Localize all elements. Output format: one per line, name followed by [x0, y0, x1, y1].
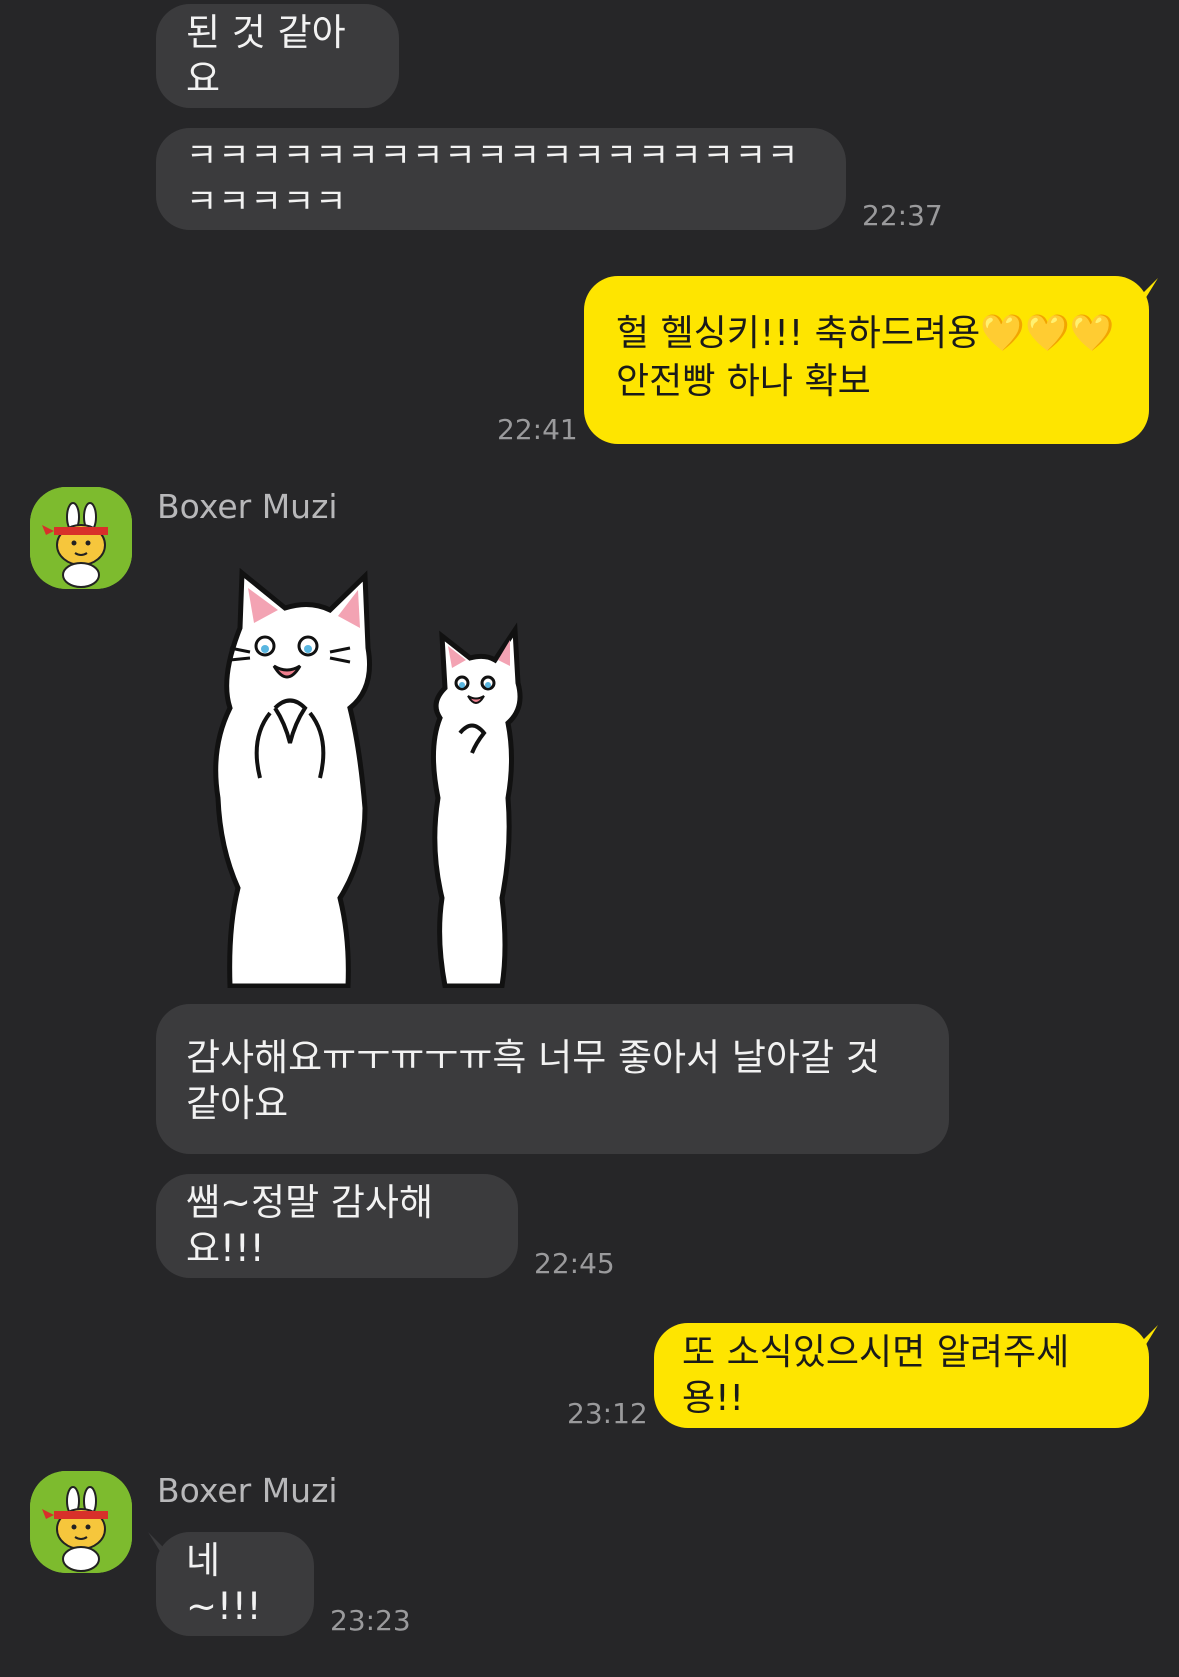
bubble-tail: [1132, 1325, 1158, 1351]
sender-name: Boxer Muzi: [157, 1471, 338, 1510]
message-bubble-sent[interactable]: 헐 헬싱키!!! 축하드려용💛💛💛 안전빵 하나 확보: [584, 276, 1149, 444]
message-text: 쌤~정말 감사해요!!!: [186, 1181, 434, 1270]
message-bubble-received[interactable]: 된 것 같아요: [156, 4, 399, 108]
message-bubble-sent[interactable]: 또 소식있으시면 알려주세용!!: [654, 1323, 1149, 1428]
bubble-tail: [1132, 278, 1158, 304]
white-cats-sticker[interactable]: [190, 568, 560, 988]
message-text: ㅋㅋㅋㅋㅋㅋㅋㅋㅋㅋㅋㅋㅋㅋㅋㅋㅋㅋㅋㅋㅋㅋㅋㅋ: [186, 136, 800, 222]
message-bubble-received[interactable]: ㅋㅋㅋㅋㅋㅋㅋㅋㅋㅋㅋㅋㅋㅋㅋㅋㅋㅋㅋㅋㅋㅋㅋㅋ: [156, 128, 846, 230]
message-text: 된 것 같아요: [186, 11, 346, 100]
message-bubble-received[interactable]: 쌤~정말 감사해요!!!: [156, 1174, 518, 1278]
message-text: 또 소식있으시면 알려주세용!!: [682, 1331, 1070, 1419]
timestamp: 22:45: [534, 1247, 615, 1280]
heart-emoji: 💛💛💛: [980, 313, 1115, 354]
boxer-muzi-icon: [30, 487, 132, 589]
timestamp: 23:23: [330, 1604, 411, 1637]
sender-name: Boxer Muzi: [157, 487, 338, 526]
message-text: 감사해요ㅠㅜㅠㅜㅠ흑 너무 좋아서 날아갈 것 같아요: [186, 1036, 880, 1125]
message-bubble-received[interactable]: 네~!!!: [156, 1532, 314, 1636]
message-line: 헐 헬싱키!!! 축하드려용💛💛💛: [616, 313, 1115, 354]
timestamp: 23:12: [567, 1397, 648, 1430]
message-text: 네~!!!: [186, 1539, 262, 1628]
timestamp: 22:41: [497, 413, 578, 446]
boxer-muzi-icon: [30, 1471, 132, 1573]
timestamp: 22:37: [862, 199, 943, 232]
avatar[interactable]: [30, 1471, 132, 1573]
message-line: 안전빵 하나 확보: [616, 361, 871, 402]
avatar[interactable]: [30, 487, 132, 589]
message-bubble-received[interactable]: 감사해요ㅠㅜㅠㅜㅠ흑 너무 좋아서 날아갈 것 같아요: [156, 1004, 949, 1154]
